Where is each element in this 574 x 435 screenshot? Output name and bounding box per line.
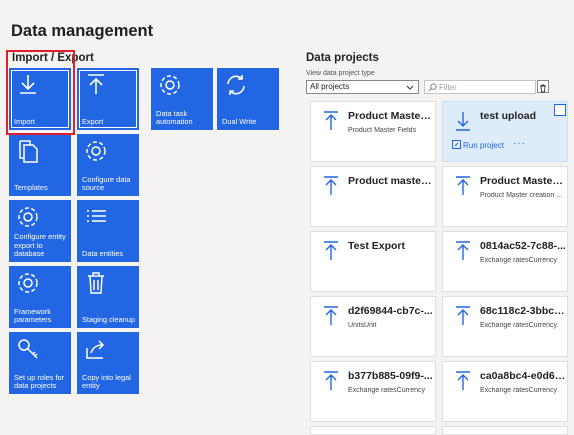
export-tile-label: Export [82, 117, 104, 127]
project-name: Product master ... [348, 175, 434, 187]
project-card-partial[interactable] [310, 426, 436, 435]
export-arrow-icon [324, 111, 338, 130]
data-task-automation-label: Data task automation [156, 108, 193, 127]
data-task-automation-tile[interactable]: Data task automation [151, 68, 213, 130]
staging-cleanup-tile[interactable]: Staging cleanup [77, 266, 139, 328]
project-card[interactable]: Test Export [310, 231, 436, 292]
project-desc: Exchange ratesCurrency [480, 257, 558, 264]
project-card[interactable]: ca0a8bc4-e0d6-... Exchange ratesCurrency [442, 361, 568, 422]
export-arrow-icon [456, 306, 470, 325]
delete-project-button[interactable] [537, 80, 549, 93]
configure-entity-export-tile[interactable]: Configure entity export to database [9, 200, 71, 262]
copy-icon [19, 140, 38, 163]
project-name: 68c118c2-3bbc-... [480, 305, 566, 317]
framework-parameters-tile[interactable]: Framework parameters [9, 266, 71, 328]
filter-placeholder: Filter [439, 83, 457, 92]
set-up-roles-tile[interactable]: Set up roles for data projects [9, 332, 71, 394]
project-name: Test Export [348, 240, 405, 252]
import-tile-label: Import [14, 117, 35, 127]
trash-icon [88, 272, 104, 294]
data-projects-heading: Data projects [306, 52, 379, 64]
project-desc: Product Master Fields [348, 127, 417, 134]
page-title: Data management [11, 22, 154, 40]
project-name: b377b885-09f9-... [348, 370, 433, 382]
gear-icon [86, 141, 106, 161]
configure-data-source-tile[interactable]: Configure data source [77, 134, 139, 196]
dual-write-tile[interactable]: Dual Write [217, 68, 279, 130]
share-icon [86, 340, 105, 359]
data-entities-tile[interactable]: Data entities [77, 200, 139, 262]
import-arrow-icon [20, 75, 36, 94]
templates-tile[interactable]: Templates [9, 134, 71, 196]
project-card-partial[interactable] [442, 426, 568, 435]
export-arrow-icon [324, 241, 338, 260]
project-card-selected[interactable]: test upload Run project ··· [442, 101, 568, 162]
project-desc: Exchange ratesCurrency [348, 387, 426, 394]
staging-cleanup-label: Staging cleanup [82, 315, 136, 325]
run-project-link[interactable]: Run project [452, 140, 504, 150]
refresh-icon [227, 75, 245, 95]
import-export-heading: Import / Export [12, 52, 94, 64]
dual-write-label: Dual Write [222, 117, 257, 127]
gear-icon [18, 273, 38, 293]
project-name: ca0a8bc4-e0d6-... [480, 370, 566, 382]
filter-input[interactable]: Filter [424, 80, 536, 94]
gear-icon [18, 207, 38, 227]
project-desc: UnitsUnit [348, 322, 377, 329]
run-project-label: Run project [463, 141, 504, 150]
project-card[interactable]: d2f69844-cb7c-... UnitsUnit [310, 296, 436, 357]
project-type-label: View data project type [306, 70, 375, 77]
select-checkbox[interactable] [554, 104, 566, 116]
export-arrow-icon [456, 371, 470, 390]
project-desc: Product Master creation ... [480, 192, 563, 199]
export-arrow-icon [324, 176, 338, 195]
export-arrow-icon [324, 306, 338, 325]
project-card[interactable]: 0814ac52-7c88-... Exchange ratesCurrency [442, 231, 568, 292]
project-name: 0814ac52-7c88-... [480, 240, 566, 252]
configure-entity-export-label: Configure entity export to database [14, 232, 66, 259]
list-icon [87, 210, 106, 222]
import-tile[interactable]: Import [9, 68, 71, 130]
copy-into-legal-entity-tile[interactable]: Copy into legal entity [77, 332, 139, 394]
export-arrow-icon [88, 74, 104, 94]
project-card[interactable]: Product Master ... Product Master Fields [310, 101, 436, 162]
project-card[interactable]: Product Master ... Product Master creati… [442, 166, 568, 227]
framework-parameters-label: Framework parameters [14, 306, 52, 325]
project-card[interactable]: 68c118c2-3bbc-... Exchange ratesCurrency [442, 296, 568, 357]
project-type-value: All projects [310, 82, 350, 91]
configure-data-source-label: Configure data source [82, 174, 131, 193]
export-arrow-icon [456, 241, 470, 260]
trash-icon [540, 84, 546, 93]
copy-into-legal-entity-label: Copy into legal entity [82, 372, 131, 391]
project-desc: Exchange ratesCurrency [480, 322, 558, 329]
more-options-button[interactable]: ··· [513, 138, 526, 149]
search-icon [428, 83, 437, 92]
run-icon [452, 140, 461, 149]
set-up-roles-label: Set up roles for data projects [14, 372, 65, 391]
project-name: d2f69844-cb7c-... [348, 305, 433, 317]
templates-label: Templates [14, 183, 48, 193]
import-arrow-icon [456, 112, 470, 131]
export-arrow-icon [456, 176, 470, 195]
project-desc: Exchange ratesCurrency [480, 387, 558, 394]
project-name: Product Master ... [480, 175, 566, 187]
export-arrow-icon [324, 371, 338, 390]
gear-icon [160, 75, 180, 95]
project-card[interactable]: b377b885-09f9-... Exchange ratesCurrency [310, 361, 436, 422]
data-entities-label: Data entities [82, 249, 124, 259]
project-name: Product Master ... [348, 110, 434, 122]
project-card[interactable]: Product master ... [310, 166, 436, 227]
key-icon [18, 339, 38, 359]
chevron-down-icon [406, 85, 414, 90]
project-type-select[interactable]: All projects [306, 80, 419, 94]
export-tile[interactable]: Export [77, 68, 139, 130]
